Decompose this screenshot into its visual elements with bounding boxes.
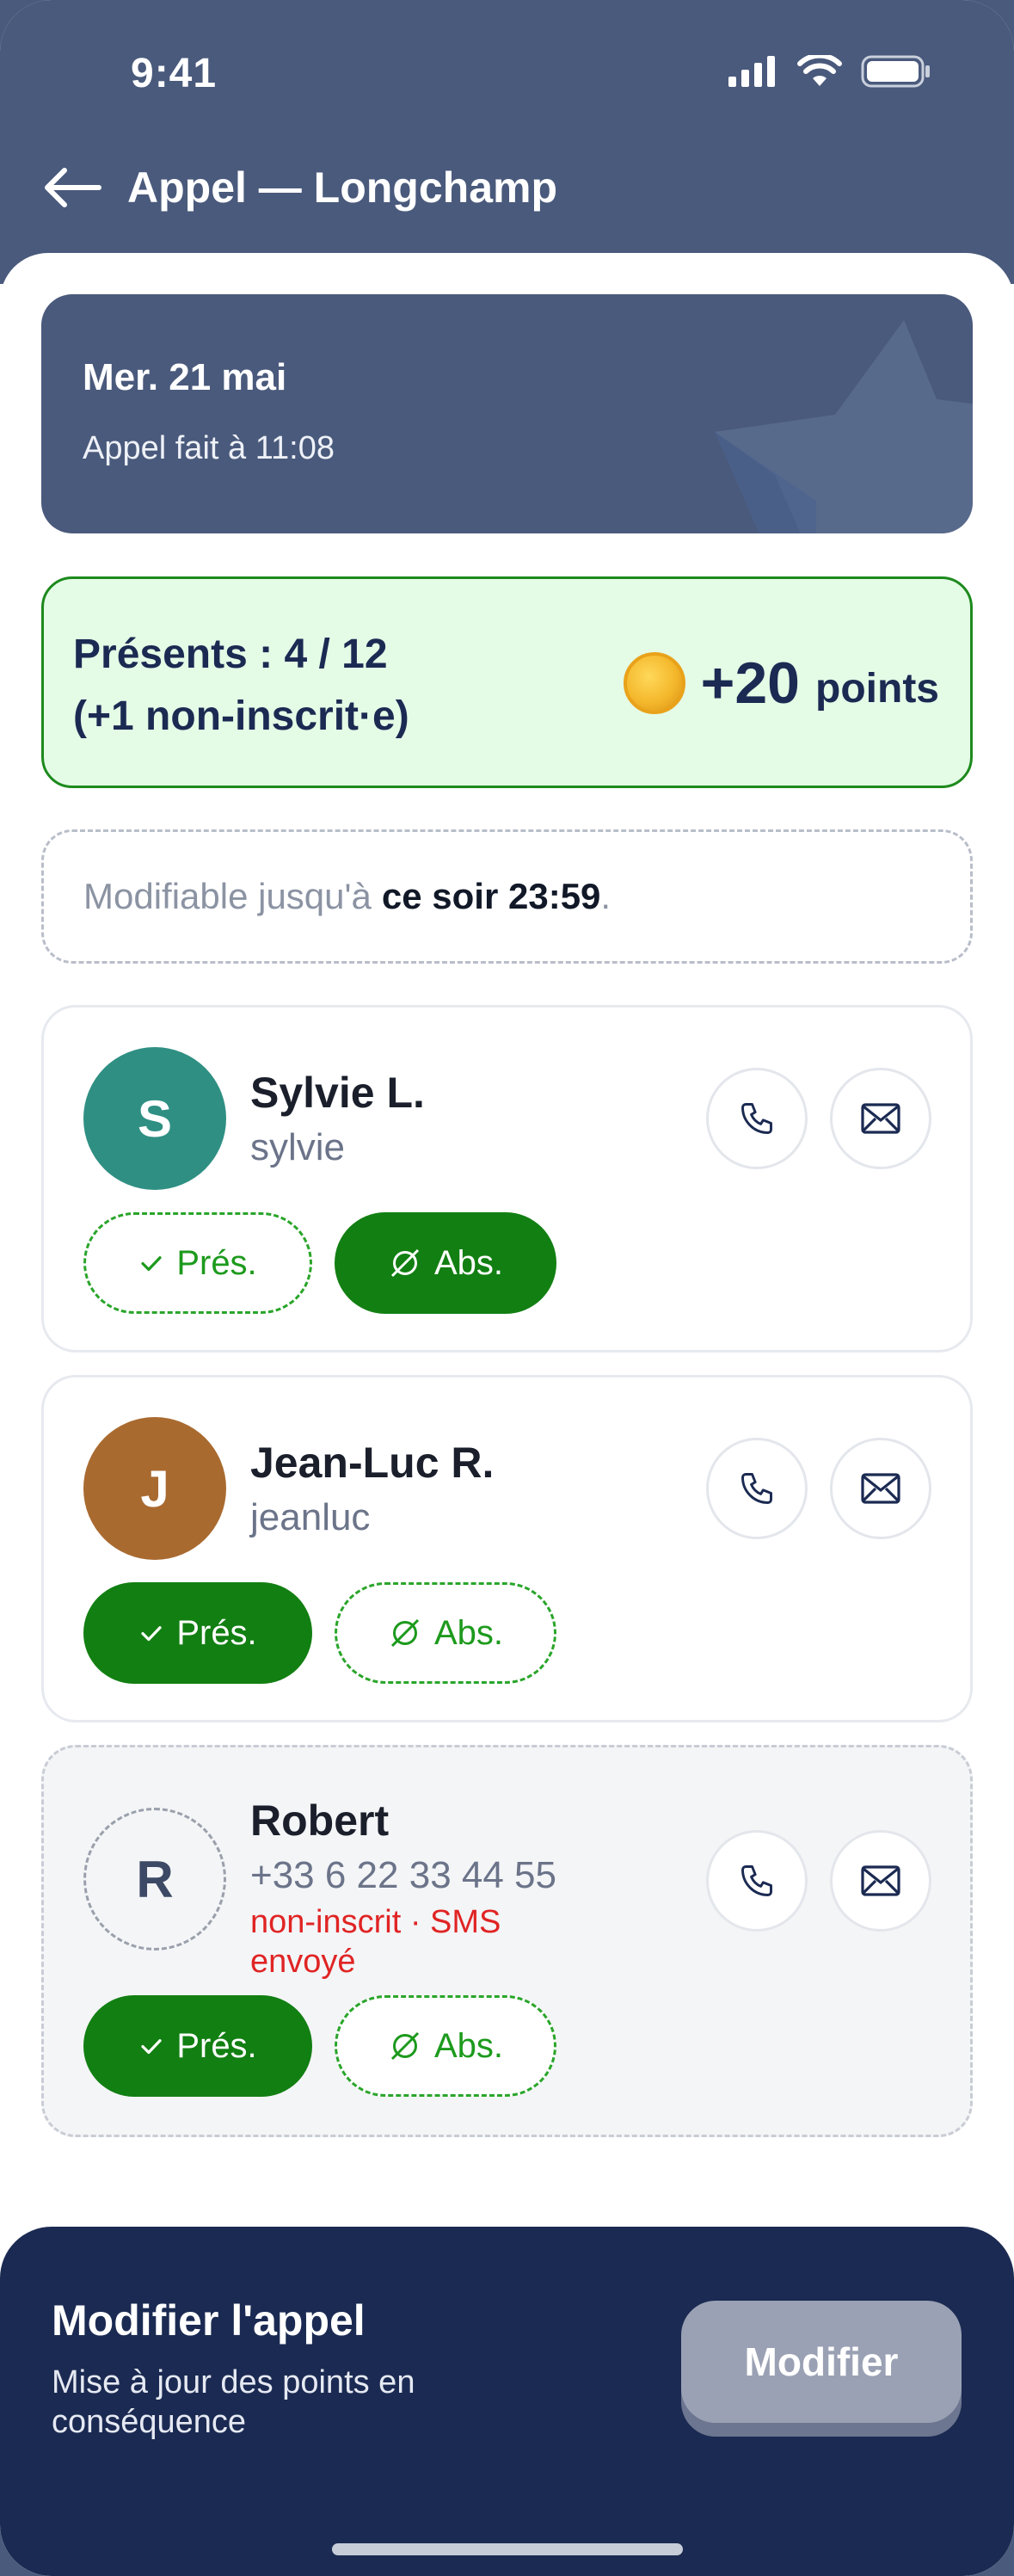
mail-icon [861,1865,900,1896]
person-handle: sylvie [250,1126,346,1168]
header-row: Appel — Longchamp [41,162,557,213]
page-title: Appel — Longchamp [127,163,557,212]
person-name: Sylvie L. [250,1069,425,1117]
phone-icon [741,1103,772,1134]
message-button[interactable] [830,1830,931,1932]
absent-icon [390,1618,420,1648]
message-button[interactable] [830,1068,931,1169]
mail-icon [861,1473,900,1504]
person-name: Robert [250,1796,390,1845]
sheet-title: Modifier l'appel [52,2296,366,2345]
person-card-sylvie: S Sylvie L. sylvie Prés. Abs. [41,1005,973,1353]
note-deadline: ce soir 23:59 [381,876,601,916]
unregistered-warning: non-inscrit · SMS envoyé [250,1904,501,1980]
points-earned: +20 points [623,650,939,717]
person-card-jeanluc: J Jean-Luc R. jeanluc Prés. Abs. [41,1375,973,1722]
note-prefix: Modifiable jusqu'à [83,876,372,916]
status-icons [727,55,931,88]
absent-icon [390,2031,420,2061]
check-icon [141,1626,162,1642]
status-time: 9:41 [131,51,218,96]
unregistered-count: (+1 non-inscrit·e) [73,693,409,739]
note-suffix: . [600,876,611,916]
absent-toggle[interactable]: Abs. [335,1212,556,1314]
avatar: S [83,1047,226,1190]
phone-icon [741,1865,772,1896]
sheet-subtitle: Mise à jour des points en conséquence [52,2364,415,2440]
absent-label: Abs. [433,1613,504,1652]
points-unit: points [815,665,939,712]
attendance-summary: Présents : 4 / 12 (+1 non-inscrit·e) +20… [41,576,973,788]
call-button[interactable] [706,1830,808,1932]
modify-button[interactable]: Modifier [681,2301,962,2423]
call-button[interactable] [706,1438,808,1539]
points-value: +20 [700,650,801,716]
absent-toggle[interactable]: Abs. [335,1582,556,1684]
present-toggle[interactable]: Prés. [83,1582,312,1684]
person-name: Jean-Luc R. [250,1439,495,1487]
present-count: Présents : 4 / 12 [73,632,388,677]
person-handle: jeanluc [250,1496,371,1538]
back-arrow-icon[interactable] [41,162,103,213]
bottom-sheet: Modifier l'appel Mise à jour des points … [0,2227,1014,2576]
present-label: Prés. [176,2026,257,2065]
mail-icon [861,1103,900,1134]
absent-toggle[interactable]: Abs. [335,1995,556,2097]
home-indicator [332,2543,683,2555]
call-button[interactable] [706,1068,808,1169]
date-title: Mer. 21 mai [83,356,287,398]
present-label: Prés. [176,1243,257,1282]
person-phone: +33 6 22 33 44 55 [250,1854,556,1896]
present-label: Prés. [176,1613,257,1652]
battery-icon [861,55,930,88]
check-icon [141,2039,162,2055]
present-toggle[interactable]: Prés. [83,1995,312,2097]
absent-icon [390,1248,420,1278]
avatar: J [83,1417,226,1560]
wifi-icon [797,55,842,86]
star-decoration-icon [715,320,973,533]
absent-label: Abs. [433,2026,504,2065]
phone-screen: 9:41 Appel — Longchamp Mer. 21 mai Appel… [0,0,1014,2576]
person-card-robert: R Robert +33 6 22 33 44 55 non-inscrit ·… [41,1745,973,2137]
check-icon [141,1256,162,1272]
present-toggle[interactable]: Prés. [83,1212,312,1314]
absent-label: Abs. [433,1243,504,1282]
phone-icon [741,1473,772,1504]
top-bar: 9:41 Appel — Longchamp [0,0,1014,284]
edit-deadline-note: Modifiable jusqu'à ce soir 23:59 . [41,829,973,964]
signal-icon [728,56,775,87]
avatar: R [83,1808,226,1950]
coin-icon [623,652,685,714]
summary-text: Présents : 4 / 12 (+1 non-inscrit·e) [73,624,409,748]
call-time: Appel fait à 11:08 [83,430,335,466]
date-card: Mer. 21 mai Appel fait à 11:08 [41,294,973,533]
message-button[interactable] [830,1438,931,1539]
